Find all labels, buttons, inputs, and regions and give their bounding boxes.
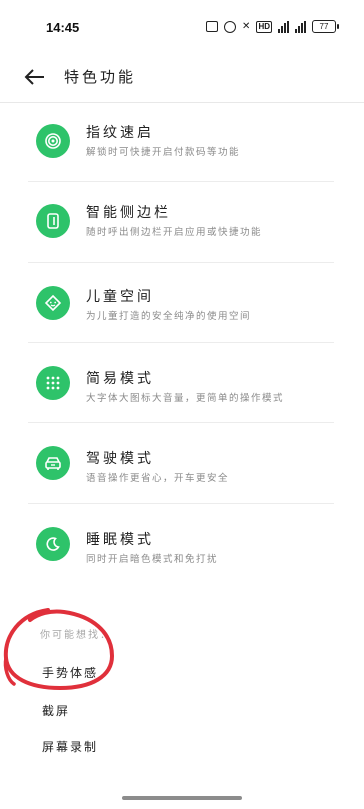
divider bbox=[28, 503, 334, 504]
feature-title: 智能侧边栏 bbox=[86, 205, 171, 221]
suggestions-label: 你可能想找： bbox=[40, 630, 112, 641]
feature-sleep-mode[interactable]: 睡眠模式 同时开启暗色模式和免打扰 bbox=[0, 513, 364, 595]
car-icon bbox=[36, 446, 70, 480]
feature-title: 睡眠模式 bbox=[86, 532, 154, 548]
feature-driving-mode[interactable]: 驾驶模式 语音操作更省心，开车更安全 bbox=[0, 432, 364, 514]
sidebar-icon bbox=[36, 204, 70, 238]
divider bbox=[28, 342, 334, 343]
feature-title: 儿童空间 bbox=[86, 289, 154, 305]
header-divider bbox=[0, 102, 364, 103]
feature-subtitle: 同时开启暗色模式和免打扰 bbox=[86, 554, 219, 565]
divider bbox=[28, 181, 334, 182]
divider bbox=[28, 262, 334, 263]
home-indicator bbox=[122, 796, 242, 800]
feature-title: 简易模式 bbox=[86, 371, 154, 387]
signal-icon bbox=[278, 20, 289, 33]
alarm-icon bbox=[224, 20, 237, 33]
divider bbox=[28, 422, 334, 423]
moon-icon bbox=[36, 527, 70, 561]
status-bar: 14:45 ✕ HD 77 bbox=[0, 0, 364, 56]
fingerprint-icon bbox=[36, 124, 70, 158]
nfc-icon bbox=[206, 21, 219, 32]
feature-subtitle: 为儿童打造的安全纯净的使用空间 bbox=[86, 311, 252, 322]
red-annotation-circle bbox=[3, 608, 115, 691]
status-time: 14:45 bbox=[46, 20, 80, 35]
page-title: 特色功能 bbox=[64, 68, 137, 86]
feature-fingerprint-quick-launch[interactable]: 指纹速启 解锁时可快捷开启付款码等功能 bbox=[0, 110, 364, 192]
feature-title: 指纹速启 bbox=[86, 125, 154, 141]
hd-icon: HD bbox=[256, 20, 272, 33]
feature-title: 驾驶模式 bbox=[86, 451, 154, 467]
suggestion-screen-recording[interactable]: 屏幕录制 bbox=[42, 738, 98, 755]
feature-subtitle: 解锁时可快捷开启付款码等功能 bbox=[86, 147, 241, 158]
child-face-icon bbox=[36, 286, 70, 320]
feature-subtitle: 随时呼出侧边栏开启应用或快捷功能 bbox=[86, 227, 263, 238]
suggestion-gesture-motion[interactable]: 手势体感 bbox=[42, 664, 98, 681]
feature-smart-sidebar[interactable]: 智能侧边栏 随时呼出侧边栏开启应用或快捷功能 bbox=[0, 190, 364, 272]
feature-subtitle: 语音操作更省心，开车更安全 bbox=[86, 473, 230, 484]
header: 特色功能 bbox=[0, 56, 364, 100]
feature-subtitle: 大字体大图标大音量，更简单的操作模式 bbox=[86, 393, 285, 404]
arrow-left-icon[interactable] bbox=[22, 64, 48, 90]
battery-icon: 77 bbox=[312, 20, 339, 33]
grid-dots-icon bbox=[36, 366, 70, 400]
signal-icon-2 bbox=[295, 20, 306, 33]
suggestion-screenshot[interactable]: 截屏 bbox=[42, 702, 70, 719]
status-icons: ✕ HD 77 bbox=[206, 20, 339, 33]
mute-icon: ✕ bbox=[242, 20, 251, 32]
